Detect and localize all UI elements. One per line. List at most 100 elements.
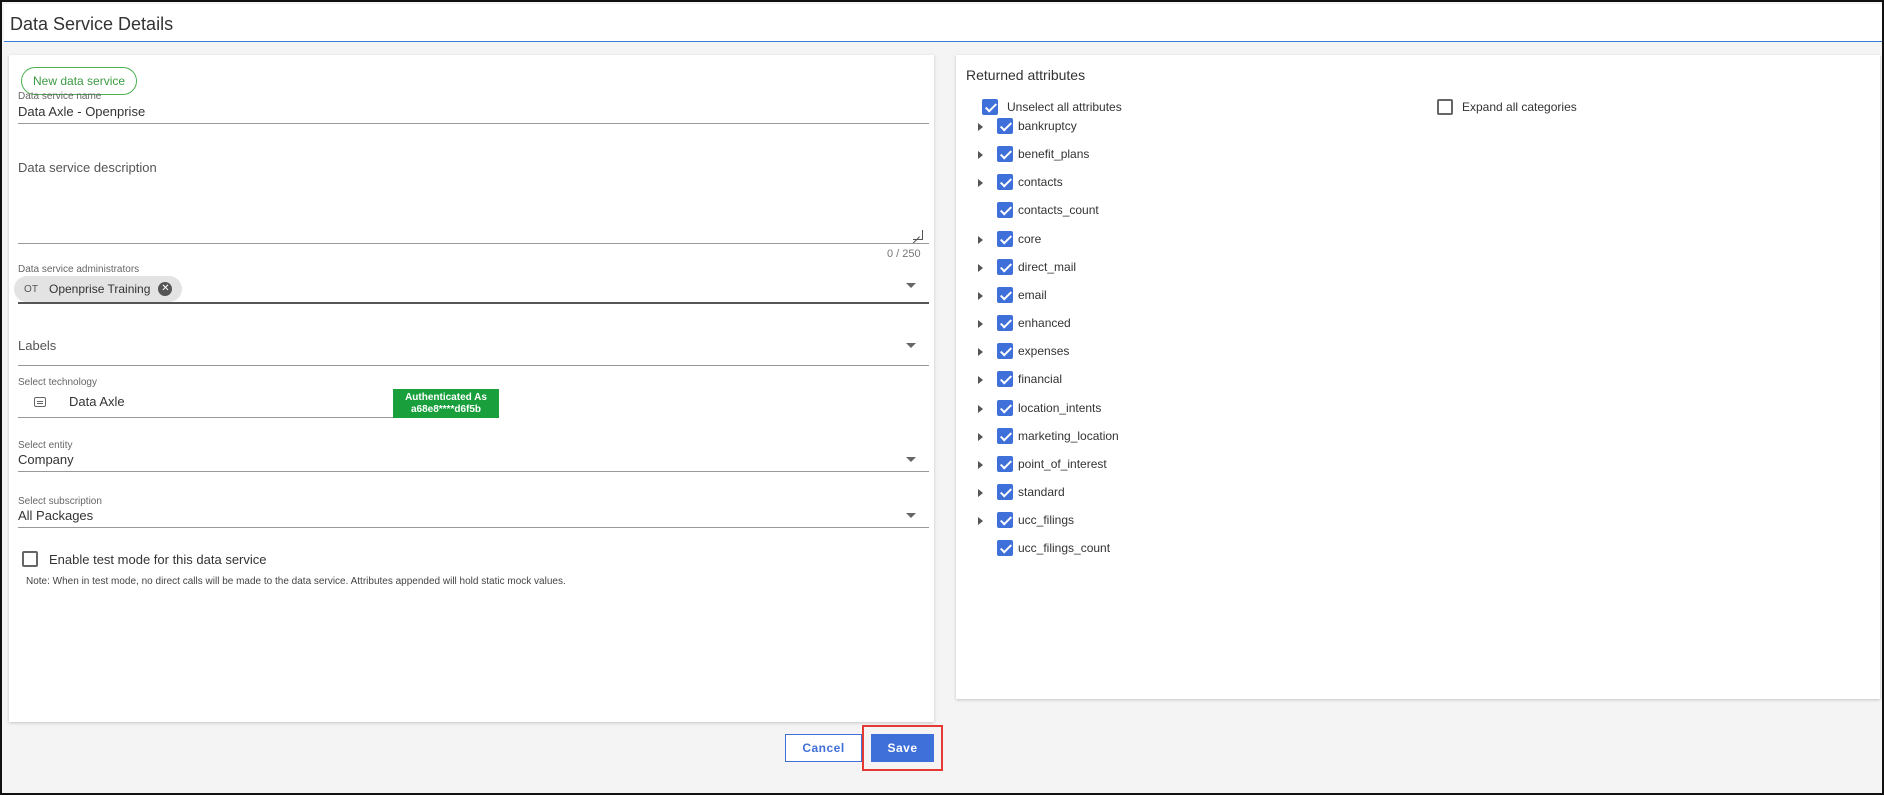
attribute-checkbox[interactable]	[997, 118, 1013, 134]
attribute-row: ucc_filings_count	[956, 540, 1456, 568]
attribute-checkbox[interactable]	[997, 286, 1013, 303]
cancel-button[interactable]: Cancel	[785, 734, 862, 762]
labels-underline	[18, 365, 929, 366]
attribute-label: location_intents	[1018, 400, 1102, 415]
returned-attributes-title: Returned attributes	[966, 67, 1086, 83]
attribute-row: marketing_location	[956, 427, 1456, 456]
test-mode-label: Enable test mode for this data service	[49, 552, 267, 567]
attribute-checkbox[interactable]	[997, 512, 1013, 529]
attribute-checkbox[interactable]	[997, 230, 1013, 247]
administrators-underline	[18, 302, 929, 304]
page-title: Data Service Details	[10, 14, 174, 34]
attribute-label: expenses	[1018, 344, 1070, 359]
expand-arrow-icon[interactable]	[978, 460, 983, 469]
data-service-form-card: New data service Data service name Data …	[9, 55, 934, 722]
expand-arrow-icon[interactable]	[978, 235, 983, 244]
attribute-row: ucc_filings	[956, 512, 1456, 540]
returned-attributes-card: Returned attributes Unselect all attribu…	[956, 55, 1880, 699]
auth-badge-line1: Authenticated As	[405, 392, 487, 403]
subscription-select[interactable]: All Packages	[18, 508, 93, 523]
expand-arrow-icon[interactable]	[978, 123, 983, 131]
attribute-label: point_of_interest	[1018, 456, 1107, 471]
attribute-checkbox[interactable]	[997, 427, 1013, 444]
attribute-label: standard	[1018, 484, 1065, 499]
data-service-name-label: Data service name	[18, 91, 102, 102]
name-underline	[18, 123, 929, 124]
attribute-label: email	[1018, 287, 1047, 302]
expand-arrow-icon[interactable]	[978, 376, 983, 385]
test-mode-checkbox[interactable]	[22, 551, 38, 567]
attribute-checkbox[interactable]	[997, 343, 1013, 360]
attribute-label: benefit_plans	[1018, 147, 1090, 162]
attribute-row: standard	[956, 483, 1456, 512]
attribute-checkbox[interactable]	[997, 483, 1013, 500]
technology-label: Select technology	[18, 377, 97, 388]
attribute-row: expenses	[956, 343, 1456, 371]
attribute-row: contacts	[956, 174, 1456, 202]
auth-badge-line2: a68e8****d6f5b	[410, 404, 482, 415]
attribute-label: financial	[1018, 372, 1063, 387]
expand-arrow-icon[interactable]	[978, 179, 983, 188]
attribute-checkbox[interactable]	[997, 202, 1013, 219]
attribute-checkbox[interactable]	[997, 455, 1013, 472]
description-underline	[18, 243, 929, 244]
attribute-checkbox[interactable]	[997, 399, 1013, 416]
resize-handle-icon[interactable]	[913, 230, 923, 240]
attribute-label: ucc_filings	[1018, 513, 1075, 528]
attribute-checkbox[interactable]	[997, 174, 1013, 191]
attribute-row: email	[956, 286, 1456, 315]
expand-arrow-icon[interactable]	[978, 151, 983, 160]
attribute-label: core	[1018, 231, 1042, 246]
attribute-checkbox[interactable]	[997, 258, 1013, 275]
subscription-label: Select subscription	[18, 496, 102, 507]
attribute-row: point_of_interest	[956, 455, 1456, 484]
attribute-row: core	[956, 230, 1456, 259]
expand-all-label: Expand all categories	[1462, 100, 1577, 114]
expand-all-checkbox[interactable]	[1437, 99, 1453, 115]
attribute-row: contacts_count	[956, 202, 1456, 230]
expand-arrow-icon[interactable]	[978, 404, 983, 413]
chip-label: Openprise Training	[49, 282, 151, 296]
attribute-label: contacts_count	[1018, 203, 1099, 218]
attribute-checkbox[interactable]	[997, 540, 1013, 557]
expand-arrow-icon[interactable]	[978, 517, 983, 526]
administrators-dropdown-caret-icon[interactable]	[906, 283, 916, 288]
attribute-label: ucc_filings_count	[1018, 541, 1111, 556]
unselect-all-checkbox[interactable]	[982, 99, 998, 115]
chip-avatar: OT	[24, 283, 38, 295]
expand-arrow-icon[interactable]	[978, 488, 983, 497]
chip-remove-icon[interactable]: ✕	[158, 282, 173, 296]
data-service-description-textarea[interactable]: Data service description	[18, 160, 157, 175]
attribute-row: enhanced	[956, 315, 1456, 343]
app-frame: Data Service Details New data service Da…	[0, 0, 1884, 795]
expand-arrow-icon[interactable]	[978, 263, 983, 272]
attribute-checkbox[interactable]	[997, 146, 1013, 163]
entity-label: Select entity	[18, 440, 73, 451]
attribute-checkbox[interactable]	[997, 315, 1013, 332]
attribute-row: bankruptcy	[956, 118, 1456, 146]
attribute-label: marketing_location	[1018, 428, 1119, 443]
expand-arrow-icon[interactable]	[978, 320, 983, 329]
labels-dropdown-caret-icon[interactable]	[906, 343, 916, 348]
admin-chip: OT Openprise Training ✕	[14, 276, 183, 302]
page-header: Data Service Details	[4, 4, 1882, 42]
expand-arrow-icon[interactable]	[978, 291, 983, 300]
subscription-dropdown-caret-icon[interactable]	[906, 513, 916, 518]
description-char-counter: 0 / 250	[887, 248, 921, 260]
entity-dropdown-caret-icon[interactable]	[906, 457, 916, 462]
attribute-row: direct_mail	[956, 258, 1456, 287]
save-button[interactable]: Save	[871, 734, 934, 762]
entity-select[interactable]: Company	[18, 452, 74, 467]
technology-select[interactable]: Data Axle	[69, 394, 125, 409]
attribute-label: direct_mail	[1018, 259, 1077, 274]
subscription-underline	[18, 527, 929, 528]
expand-arrow-icon[interactable]	[978, 348, 983, 357]
administrators-label: Data service administrators	[18, 264, 140, 275]
unselect-all-label: Unselect all attributes	[1007, 100, 1122, 114]
data-service-name-input[interactable]: Data Axle - Openprise	[18, 104, 145, 119]
attribute-checkbox[interactable]	[997, 371, 1013, 388]
data-axle-icon	[34, 397, 46, 407]
attribute-label: contacts	[1018, 175, 1063, 190]
expand-arrow-icon[interactable]	[978, 432, 983, 441]
labels-select[interactable]: Labels	[18, 338, 56, 353]
